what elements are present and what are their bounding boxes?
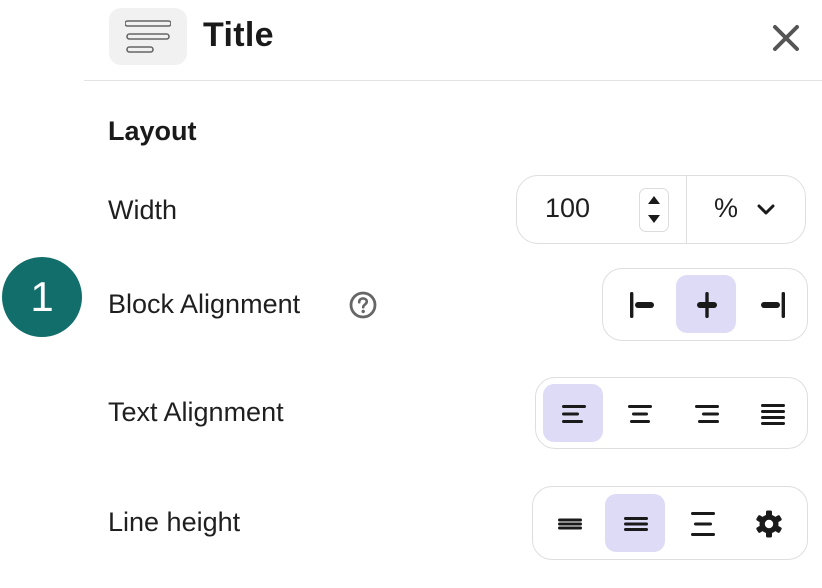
help-button[interactable]: [348, 290, 378, 320]
close-icon: [773, 25, 799, 51]
line-height-compact-button[interactable]: [539, 494, 599, 552]
line-height-compact-icon: [558, 518, 582, 530]
close-button[interactable]: [768, 20, 804, 56]
width-control: 100 %: [516, 175, 806, 244]
line-height-custom-button[interactable]: [738, 494, 798, 552]
step-badge: 1: [2, 257, 82, 337]
line-height-loose-button[interactable]: [672, 494, 732, 552]
help-icon: [349, 291, 377, 319]
align-block-right-icon: [761, 292, 785, 318]
text-align-justify-button[interactable]: [742, 384, 802, 442]
width-stepper: [639, 188, 669, 232]
panel-header: Title: [84, 0, 822, 81]
caret-up-icon: [648, 196, 660, 204]
text-alignment-label: Text Alignment: [108, 397, 284, 427]
gear-icon: [756, 510, 782, 538]
text-align-right-button[interactable]: [676, 384, 736, 442]
caret-down-icon: [648, 215, 660, 223]
align-text-center-icon: [628, 405, 652, 423]
chevron-down-icon: [757, 204, 775, 215]
line-height-label: Line height: [108, 507, 241, 537]
unit-select[interactable]: %: [687, 176, 805, 243]
line-height-normal-button[interactable]: [605, 494, 665, 552]
block-alignment-label: Block Alignment: [108, 289, 301, 319]
block-alignment-group: [602, 268, 808, 341]
text-align-left-button[interactable]: [543, 384, 603, 442]
section-title-layout: Layout: [108, 116, 197, 146]
line-height-normal-icon: [624, 517, 648, 531]
block-align-right-button[interactable]: [742, 275, 802, 333]
text-alignment-group: [535, 377, 808, 449]
align-text-left-icon: [562, 405, 586, 423]
title-block-icon: [109, 8, 187, 65]
block-align-center-button[interactable]: [676, 275, 736, 333]
line-height-group: [532, 486, 808, 560]
block-align-left-button[interactable]: [611, 275, 671, 333]
align-text-right-icon: [695, 405, 719, 423]
decrement-button[interactable]: [640, 210, 668, 231]
line-height-loose-icon: [691, 512, 715, 536]
unit-value: %: [714, 193, 739, 223]
panel-title: Title: [203, 16, 274, 54]
width-input[interactable]: 100: [545, 193, 590, 224]
align-text-justify-icon: [761, 404, 785, 425]
align-block-center-icon: [697, 292, 717, 318]
text-align-center-button[interactable]: [609, 384, 669, 442]
increment-button[interactable]: [640, 189, 668, 210]
width-label: Width: [108, 195, 178, 225]
align-block-left-icon: [630, 292, 654, 318]
